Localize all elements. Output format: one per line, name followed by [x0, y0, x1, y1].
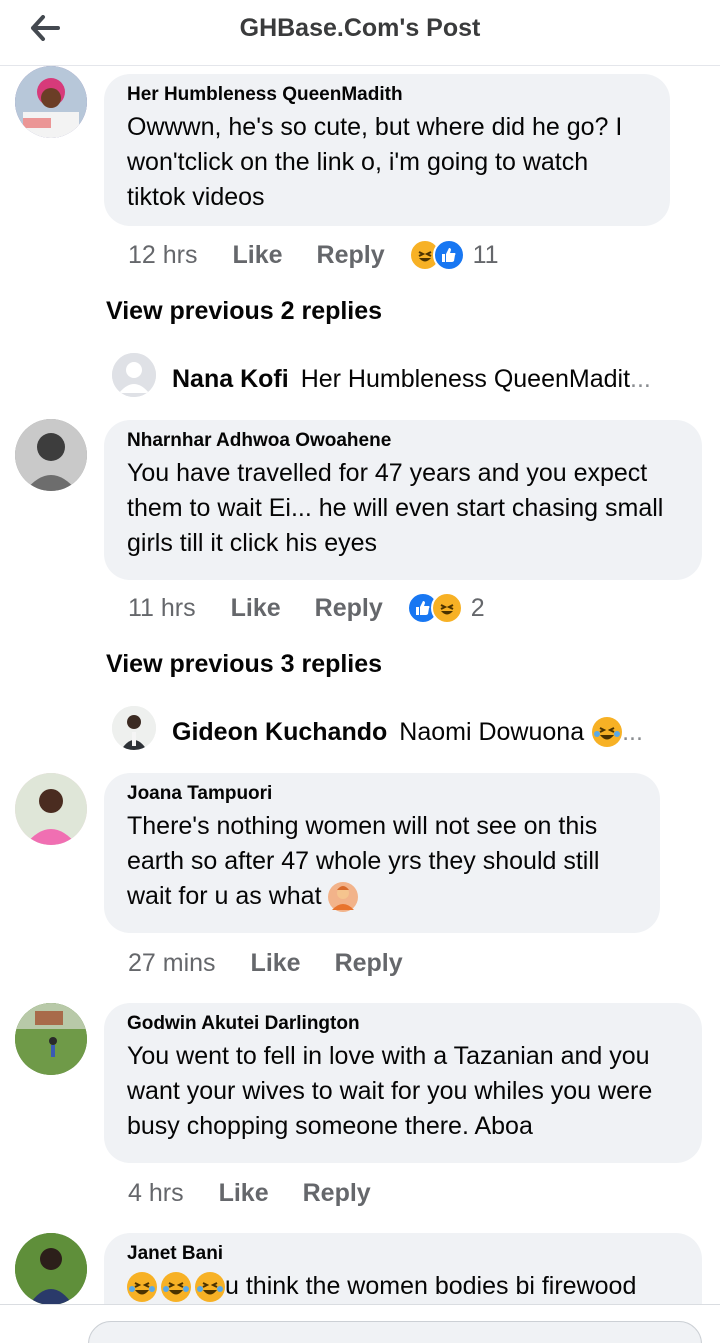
default-avatar-icon — [112, 353, 156, 397]
reaction-count: 2 — [470, 593, 485, 622]
comment-author[interactable]: Godwin Akutei Darlington — [127, 1013, 680, 1035]
comment-author[interactable]: Nharnhar Adhwoa Owoahene — [127, 430, 680, 452]
avatar[interactable] — [112, 706, 156, 750]
comment-time[interactable]: 4 hrs — [128, 1179, 184, 1208]
comment-bubble[interactable]: Godwin Akutei Darlington You went to fel… — [104, 1003, 702, 1163]
comment-time[interactable]: 11 hrs — [128, 594, 196, 623]
view-previous-replies[interactable]: View previous 3 replies — [106, 650, 382, 679]
reply-button[interactable]: Reply — [317, 241, 385, 270]
avatar-photo — [15, 1233, 87, 1305]
comment-text-body: There's nothing women will not see on th… — [127, 812, 600, 910]
reply-author[interactable]: Nana Kofi — [172, 365, 289, 394]
comment-actions: 11 hrs Like Reply 2 — [128, 590, 485, 626]
comment-text: There's nothing women will not see on th… — [127, 809, 638, 914]
reply-text: Her Humbleness QueenMadit — [300, 364, 631, 393]
comment-actions: 4 hrs Like Reply — [128, 1175, 405, 1211]
avatar[interactable] — [15, 66, 87, 138]
reply-ellipsis: ... — [630, 364, 651, 393]
comment-bubble[interactable]: Joana Tampuori There's nothing women wil… — [104, 773, 660, 933]
reply-button[interactable]: Reply — [315, 594, 383, 623]
view-previous-replies[interactable]: View previous 2 replies — [106, 297, 382, 326]
comment-composer-bar — [0, 1304, 720, 1343]
avatar-photo — [15, 773, 87, 845]
comment-text: u think the women bodies bi firewood — [127, 1269, 680, 1304]
shrug-emoji — [328, 882, 359, 913]
avatar-photo — [15, 419, 87, 491]
like-button[interactable]: Like — [231, 594, 281, 623]
comment-text: Owwwn, he's so cute, but where did he go… — [127, 113, 623, 211]
reply-preview[interactable]: Gideon Kuchando Naomi Dowuona ... — [172, 712, 643, 752]
comment-actions: 27 mins Like Reply — [128, 945, 437, 981]
comment-time[interactable]: 12 hrs — [128, 241, 197, 270]
reply-button[interactable]: Reply — [335, 949, 403, 978]
avatar[interactable] — [15, 419, 87, 491]
reply-text: Naomi Dowuona — [399, 717, 585, 746]
like-button[interactable]: Like — [219, 1179, 269, 1208]
haha-reaction-icon — [430, 592, 463, 624]
avatar[interactable] — [15, 1233, 87, 1305]
comment-text: You went to fell in love with a Tazanian… — [127, 1042, 653, 1140]
like-button[interactable]: Like — [232, 241, 282, 270]
tears-of-joy-emoji — [592, 717, 623, 747]
tears-of-joy-emoji — [161, 1272, 191, 1303]
reply-preview[interactable]: Nana Kofi Her Humbleness QueenMadit ... — [172, 359, 651, 399]
page-title: GHBase.Com's Post — [239, 14, 481, 42]
comment-author[interactable]: Janet Bani — [127, 1243, 680, 1265]
avatar[interactable] — [15, 773, 87, 845]
top-bar: GHBase.Com's Post — [0, 0, 720, 66]
like-button[interactable]: Like — [251, 949, 301, 978]
avatar[interactable] — [15, 1003, 87, 1075]
like-reaction-icon — [432, 239, 465, 271]
comment-text-body: u think the women bodies bi firewood — [225, 1272, 637, 1300]
reaction-count: 11 — [472, 240, 499, 269]
comment-time[interactable]: 27 mins — [128, 949, 216, 978]
reactions-summary[interactable]: 11 — [408, 239, 499, 271]
tears-of-joy-emoji — [195, 1272, 225, 1303]
comment-bubble[interactable]: Nharnhar Adhwoa Owoahene You have travel… — [104, 420, 702, 580]
reply-ellipsis: ... — [622, 717, 643, 746]
reply-button[interactable]: Reply — [303, 1179, 371, 1208]
reply-author[interactable]: Gideon Kuchando — [172, 718, 387, 747]
avatar[interactable] — [112, 353, 156, 397]
comment-author[interactable]: Her Humbleness QueenMadith — [127, 84, 648, 106]
avatar-photo — [112, 706, 156, 750]
comment-author[interactable]: Joana Tampuori — [127, 783, 638, 805]
comment-input[interactable] — [88, 1321, 702, 1343]
comment-bubble[interactable]: Her Humbleness QueenMadith Owwwn, he's s… — [104, 74, 670, 226]
tears-of-joy-emoji — [127, 1272, 157, 1303]
avatar-photo — [15, 66, 87, 138]
comment-text: You have travelled for 47 years and you … — [127, 459, 664, 557]
comment-actions: 12 hrs Like Reply 11 — [128, 237, 499, 273]
reactions-summary[interactable]: 2 — [406, 592, 485, 624]
avatar-photo — [15, 1003, 87, 1075]
